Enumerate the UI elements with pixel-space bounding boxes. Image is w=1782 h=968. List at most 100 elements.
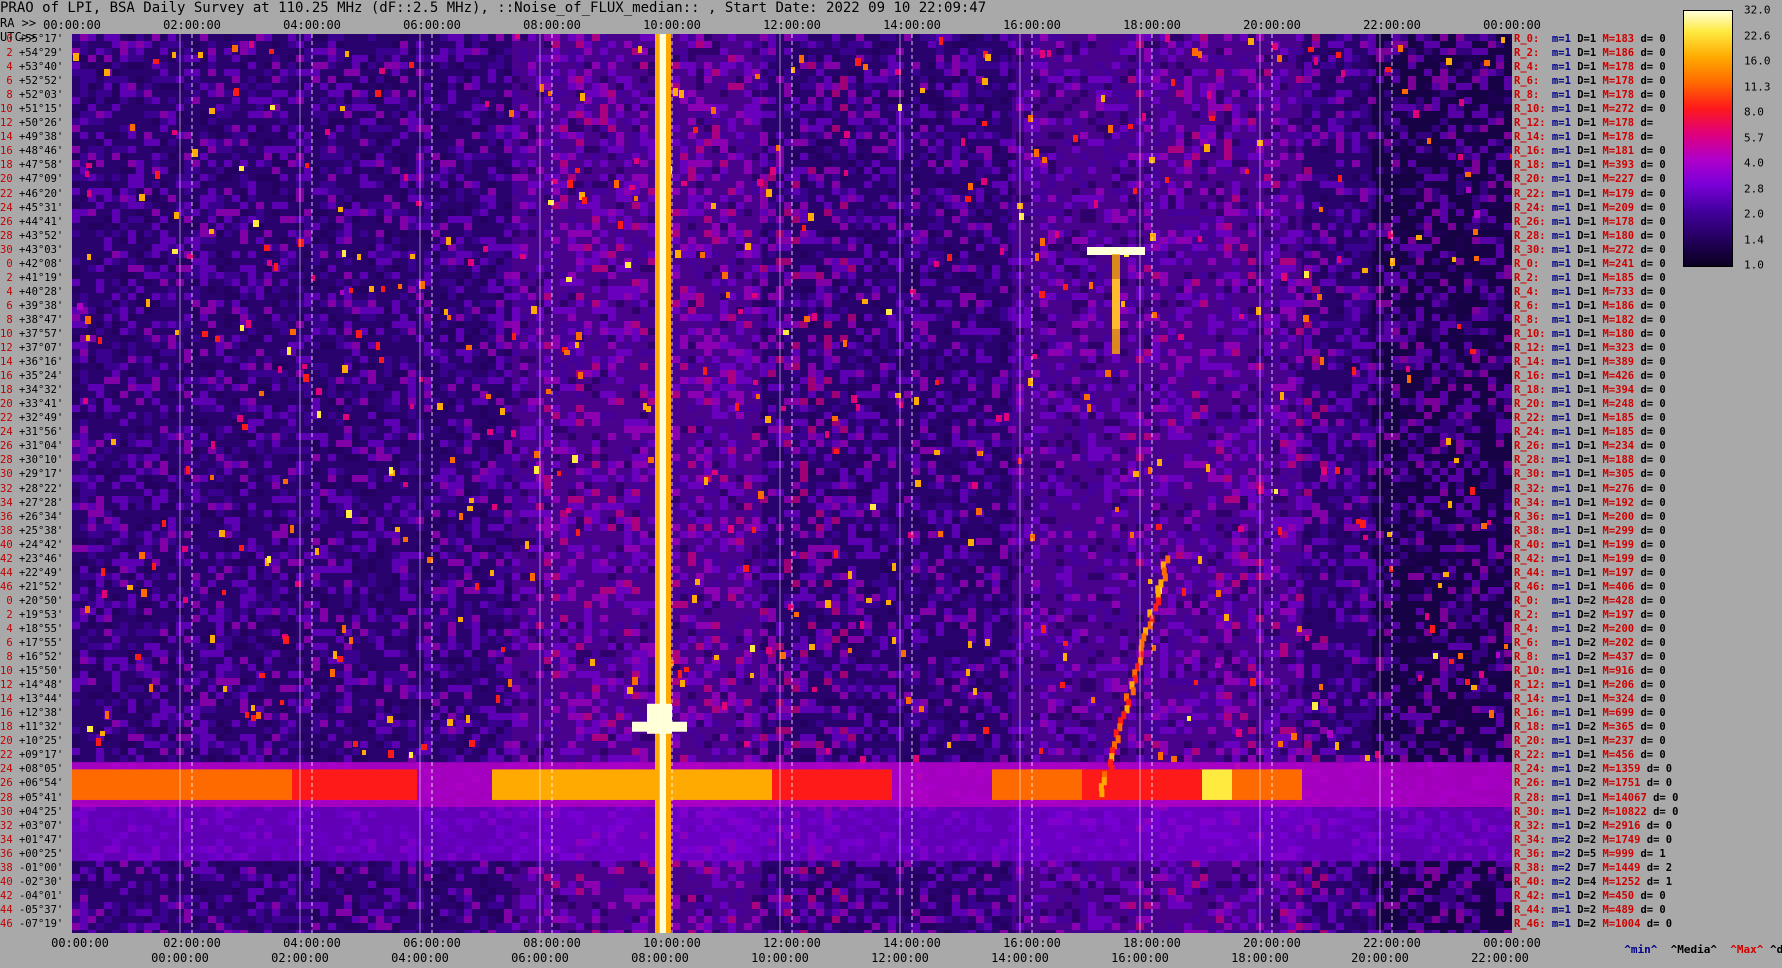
- noise-cell: [648, 230, 656, 237]
- noise-cell: [1296, 83, 1304, 90]
- noise-cell: [720, 300, 728, 307]
- noise-cell: [1240, 209, 1248, 216]
- noise-cell: [96, 349, 104, 356]
- noise-cell: [784, 279, 792, 286]
- noise-cell: [144, 356, 152, 363]
- noise-cell: [456, 328, 464, 335]
- noise-cell: [1400, 188, 1408, 195]
- noise-cell: [1312, 300, 1320, 307]
- noise-cell: [800, 83, 808, 90]
- noise-cell: [576, 223, 584, 230]
- noise-cell: [872, 118, 880, 125]
- noise-cell: [1040, 83, 1048, 90]
- noise-cell: [1360, 111, 1368, 118]
- noise-cell: [1408, 335, 1416, 342]
- noise-cell: [1032, 181, 1040, 188]
- noise-cell: [112, 300, 120, 307]
- noise-cell: [928, 90, 936, 97]
- noise-cell: [864, 83, 872, 90]
- noise-cell: [144, 328, 152, 335]
- noise-cell: [696, 118, 704, 125]
- noise-cell: [1160, 132, 1168, 139]
- noise-cell: [80, 104, 88, 111]
- noise-cell: [936, 237, 944, 244]
- noise-cell: [1448, 125, 1456, 132]
- noise-cell: [752, 41, 760, 48]
- noise-cell: [760, 279, 768, 286]
- noise-cell: [440, 328, 448, 335]
- noise-cell: [1424, 48, 1432, 55]
- noise-cell: [1224, 237, 1232, 244]
- noise-cell: [1480, 83, 1488, 90]
- noise-cell: [744, 286, 752, 293]
- noise-cell: [1032, 125, 1040, 132]
- noise-cell: [952, 286, 960, 293]
- noise-cell: [184, 132, 192, 139]
- noise-cell: [1392, 342, 1400, 349]
- noise-cell: [456, 342, 464, 349]
- noise-cell: [384, 146, 392, 153]
- noise-cell: [744, 230, 752, 237]
- noise-cell: [224, 272, 232, 279]
- noise-cell: [976, 104, 984, 111]
- noise-cell: [368, 153, 376, 160]
- noise-cell: [168, 342, 176, 349]
- noise-cell: [1064, 293, 1072, 300]
- noise-cell: [1416, 146, 1424, 153]
- noise-cell: [1200, 125, 1208, 132]
- noise-cell: [936, 300, 944, 307]
- noise-cell: [1488, 237, 1496, 244]
- noise-cell: [800, 195, 808, 202]
- noise-cell: [928, 342, 936, 349]
- noise-cell: [1128, 174, 1136, 181]
- noise-cell: [520, 272, 528, 279]
- noise-cell: [1384, 279, 1392, 286]
- noise-cell: [1360, 230, 1368, 237]
- noise-cell: [1384, 48, 1392, 55]
- noise-cell: [728, 279, 736, 286]
- noise-cell: [832, 293, 840, 300]
- noise-cell: [1096, 349, 1104, 356]
- noise-cell: [304, 251, 312, 258]
- noise-cell: [704, 377, 712, 384]
- noise-cell: [96, 97, 104, 104]
- noise-cell: [496, 132, 504, 139]
- noise-cell: [1448, 90, 1456, 97]
- noise-cell: [160, 83, 168, 90]
- noise-cell: [1080, 321, 1088, 328]
- noise-cell: [840, 370, 848, 377]
- noise-cell: [672, 230, 680, 237]
- noise-cell: [264, 83, 272, 90]
- noise-cell: [184, 384, 192, 391]
- noise-cell: [912, 307, 920, 314]
- noise-cell: [368, 209, 376, 216]
- noise-cell: [208, 118, 216, 125]
- noise-cell: [344, 69, 352, 76]
- noise-cell: [1480, 181, 1488, 188]
- noise-cell: [1144, 209, 1152, 216]
- noise-cell: [104, 188, 112, 195]
- noise-cell: [832, 153, 840, 160]
- noise-cell: [1344, 104, 1352, 111]
- noise-cell: [856, 335, 864, 342]
- noise-cell: [224, 216, 232, 223]
- noise-cell: [904, 104, 912, 111]
- noise-cell: [848, 167, 856, 174]
- noise-cell: [312, 209, 320, 216]
- noise-cell: [1432, 377, 1440, 384]
- noise-cell: [136, 76, 144, 83]
- noise-cell: [256, 76, 264, 83]
- noise-cell: [368, 34, 376, 41]
- noise-cell: [1312, 174, 1320, 181]
- noise-cell: [560, 195, 568, 202]
- noise-cell: [1248, 272, 1256, 279]
- noise-cell: [744, 349, 752, 356]
- noise-cell: [544, 307, 552, 314]
- noise-cell: [792, 244, 800, 251]
- noise-cell: [1408, 328, 1416, 335]
- noise-cell: [816, 349, 824, 356]
- noise-cell: [1456, 356, 1464, 363]
- noise-cell: [328, 118, 336, 125]
- noise-cell: [1344, 118, 1352, 125]
- noise-cell: [632, 125, 640, 132]
